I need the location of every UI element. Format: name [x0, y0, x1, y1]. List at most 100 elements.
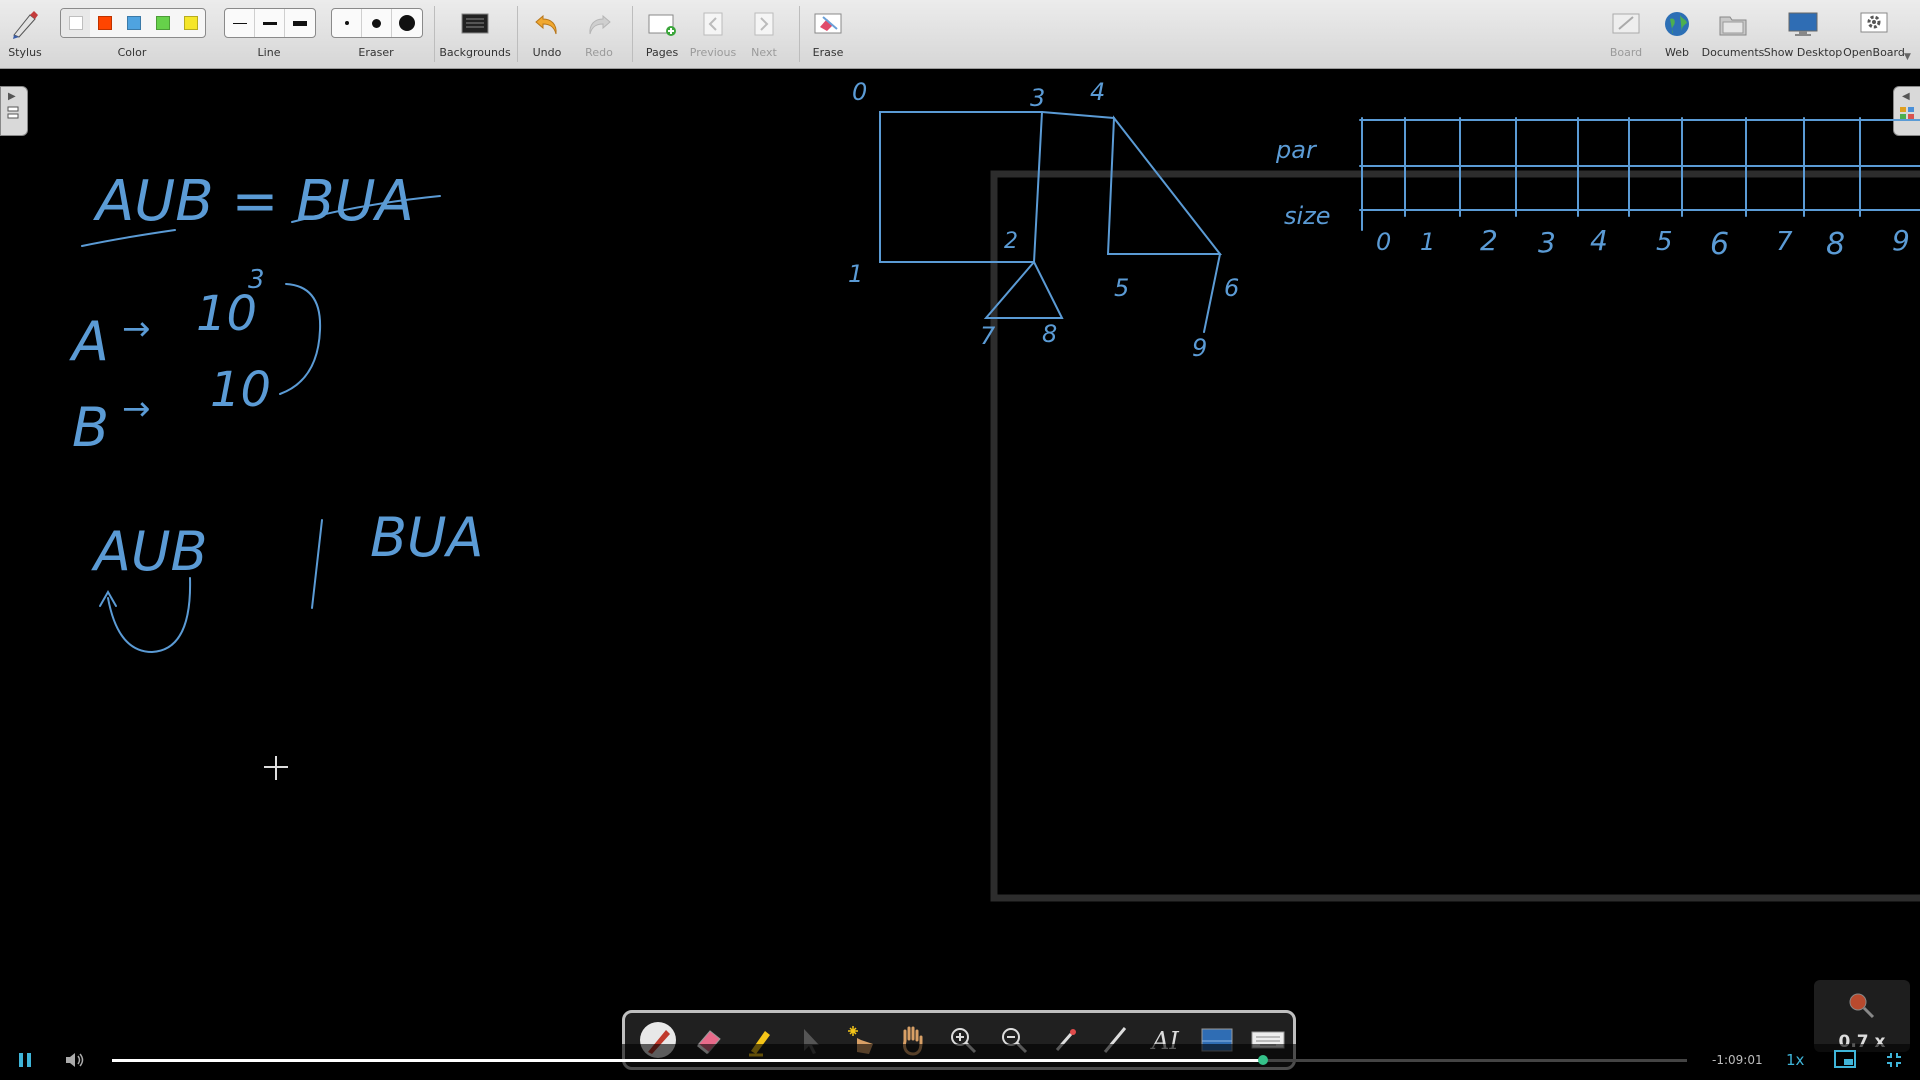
zoom-indicator: 0.7 x	[1814, 980, 1910, 1052]
union-divider	[311, 519, 323, 609]
folder-icon	[1715, 6, 1751, 42]
documents-label: Documents	[1701, 46, 1765, 59]
node-label: 6	[1224, 274, 1239, 302]
b-value: 10	[210, 362, 271, 418]
color-picker[interactable]	[60, 8, 206, 38]
array-grid-cols	[1361, 117, 1861, 231]
pages-icon	[7, 106, 19, 119]
color-white[interactable]	[61, 9, 90, 37]
graph-box	[879, 111, 1044, 263]
array-index: 8	[1826, 227, 1845, 262]
eraser-large[interactable]	[392, 9, 421, 37]
crosshair-cursor-icon	[264, 756, 288, 780]
fullscreen-exit-icon	[1887, 1053, 1901, 1067]
node-label: 9	[1192, 334, 1207, 362]
documents-button[interactable]: Documents	[1701, 0, 1765, 68]
line-thin[interactable]	[225, 9, 255, 37]
line-medium[interactable]	[255, 9, 285, 37]
graph-triangle	[1106, 115, 1223, 255]
volume-button[interactable]	[64, 1050, 86, 1074]
array-index: 3	[1538, 226, 1556, 259]
monitor-icon	[1785, 6, 1821, 42]
toolbar-divider	[632, 6, 633, 62]
globe-icon	[1659, 6, 1695, 42]
next-page-button[interactable]: Next	[744, 0, 784, 68]
erase-button[interactable]: Erase	[808, 0, 848, 68]
openboard-label: OpenBoard	[1843, 46, 1905, 59]
eraser-small[interactable]	[332, 9, 362, 37]
previous-label: Previous	[689, 46, 737, 59]
volume-icon	[66, 1053, 84, 1067]
node-label: 1	[848, 260, 863, 288]
pause-icon	[19, 1053, 31, 1067]
brace	[279, 283, 322, 395]
time-remaining: -1:09:01	[1712, 1053, 1763, 1067]
eraser-size-picker[interactable]	[331, 8, 423, 38]
graph-triangle-small	[983, 260, 1064, 319]
stylus-button[interactable]: Stylus	[4, 0, 46, 68]
array-index: 9	[1892, 224, 1910, 257]
chevron-down-icon[interactable]: ▼	[1904, 52, 1911, 62]
previous-page-icon	[695, 6, 731, 42]
pause-button[interactable]	[18, 1052, 32, 1072]
underline-left	[81, 229, 176, 247]
color-green[interactable]	[148, 9, 177, 37]
array-index: 5	[1656, 227, 1673, 257]
line-thick[interactable]	[285, 9, 314, 37]
color-red[interactable]	[90, 9, 119, 37]
array-grid-rows	[1359, 119, 1920, 211]
erase-icon	[810, 6, 846, 42]
node-label: 8	[1042, 320, 1057, 348]
redo-icon	[581, 6, 617, 42]
openboard-menu-button[interactable]: OpenBoard	[1843, 0, 1905, 68]
swap-arrow	[107, 577, 192, 654]
a-exponent: 3	[248, 265, 265, 295]
erase-label: Erase	[812, 46, 844, 59]
line-width-picker[interactable]	[224, 8, 316, 38]
board-button[interactable]: Board	[1606, 0, 1646, 68]
overlay-frame	[990, 170, 1920, 902]
redo-button[interactable]: Redo	[579, 0, 619, 68]
chevron-right-icon: ▶	[8, 91, 16, 102]
eq-text: AUB = BUA	[93, 169, 414, 234]
board-label: Board	[1609, 46, 1643, 59]
picture-in-picture-button[interactable]	[1834, 1050, 1856, 1072]
pages-label: Pages	[645, 46, 679, 59]
toolbar-divider	[434, 6, 435, 62]
stylus-label: Stylus	[8, 46, 42, 59]
array-index: 2	[1480, 224, 1498, 257]
color-yellow[interactable]	[177, 9, 205, 37]
right-panel-tab[interactable]: ◀	[1893, 86, 1920, 136]
backgrounds-icon	[457, 6, 493, 42]
show-desktop-button[interactable]: Show Desktop	[1764, 0, 1842, 68]
backgrounds-button[interactable]: Backgrounds	[439, 0, 511, 68]
main-toolbar: Stylus Color Line Eraser Backgrounds Und…	[0, 0, 1920, 69]
undo-button[interactable]: Undo	[527, 0, 567, 68]
a-arrow: →	[122, 309, 151, 349]
line-label: Line	[257, 46, 281, 59]
next-page-icon	[746, 6, 782, 42]
backgrounds-label: Backgrounds	[439, 46, 511, 59]
a-label: A	[69, 310, 109, 373]
web-button[interactable]: Web	[1657, 0, 1697, 68]
par-label: par	[1275, 136, 1318, 164]
size-label: size	[1284, 202, 1331, 230]
union-left: AUB	[91, 520, 208, 583]
library-icon	[1900, 107, 1914, 119]
node-label: 3	[1030, 84, 1045, 112]
eraser-medium[interactable]	[362, 9, 392, 37]
toolbar-divider	[517, 6, 518, 62]
arrow-head	[99, 589, 117, 607]
pages-button[interactable]: Pages	[642, 0, 682, 68]
fullscreen-button[interactable]	[1886, 1052, 1902, 1072]
array-index: 7	[1776, 227, 1793, 257]
pip-icon	[1834, 1050, 1856, 1068]
color-blue[interactable]	[119, 9, 148, 37]
array-index: 6	[1710, 227, 1729, 262]
previous-page-button[interactable]: Previous	[688, 0, 738, 68]
left-panel-tab[interactable]: ▶	[0, 86, 28, 136]
board-canvas[interactable]: AUB = BUA A → 10 3 B → 10 AUB BUA 0 3 4 …	[0, 0, 1920, 1080]
playback-speed[interactable]: 1x	[1786, 1051, 1804, 1069]
gear-icon	[1856, 6, 1892, 42]
magnifier-icon	[1849, 993, 1875, 1019]
